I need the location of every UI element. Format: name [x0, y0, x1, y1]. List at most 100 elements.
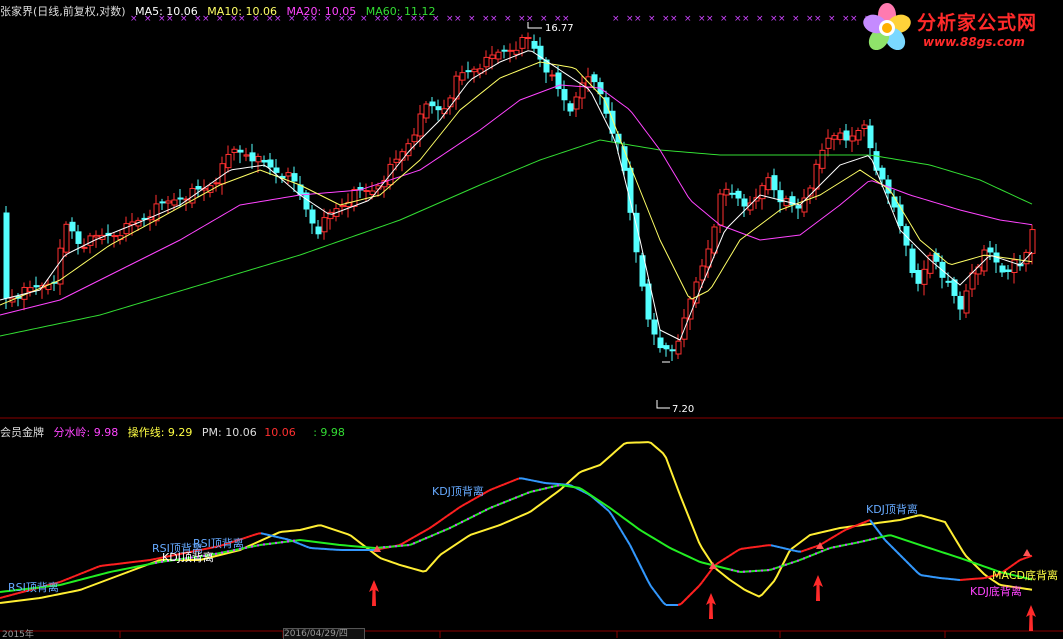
- dot-marker: [221, 551, 223, 553]
- candle-body: [394, 159, 399, 162]
- redblue-segment: [615, 520, 618, 525]
- dot-marker: [761, 569, 763, 571]
- redblue-segment: [438, 520, 441, 522]
- redblue-segment: [246, 537, 249, 538]
- dot-marker: [287, 540, 289, 542]
- candle-body: [730, 193, 735, 194]
- redblue-segment: [642, 569, 645, 575]
- rsi-top-signal-3: RSI顶背离: [193, 536, 244, 550]
- redblue-segment: [636, 557, 639, 563]
- rsi-top-signal-1: RSI顶背离: [8, 580, 59, 594]
- redblue-segment: [720, 560, 723, 562]
- redblue-segment: [627, 540, 630, 545]
- redblue-segment: [537, 481, 540, 482]
- redblue-segment: [909, 564, 912, 567]
- redblue-segment: [63, 580, 66, 581]
- kdj-bottom-signal: KDJ底背离: [970, 584, 1022, 598]
- ma20-line: [0, 85, 1032, 315]
- redblue-segment: [459, 506, 462, 508]
- candle-body: [868, 126, 873, 148]
- dot-marker: [755, 570, 757, 572]
- signal-x-marker: ×: [792, 14, 800, 24]
- dot-marker: [245, 547, 247, 549]
- redblue-segment: [426, 529, 429, 531]
- candle-body: [340, 206, 345, 207]
- redblue-segment: [1026, 557, 1029, 558]
- redblue-segment: [852, 526, 855, 527]
- redblue-segment: [282, 538, 285, 539]
- dot-marker: [257, 544, 259, 546]
- candle-body: [196, 187, 201, 190]
- dot-marker: [437, 532, 439, 534]
- redblue-segment: [879, 532, 882, 536]
- signal-x-marker: ×: [648, 14, 656, 24]
- redblue-segment: [303, 545, 306, 546]
- redblue-segment: [1014, 562, 1017, 564]
- low-price-label: 7.20: [672, 404, 694, 415]
- candle-body: [154, 204, 159, 221]
- dot-marker: [743, 571, 745, 573]
- redblue-segment: [252, 535, 255, 536]
- dot-marker: [419, 540, 421, 542]
- redblue-segment: [645, 575, 648, 581]
- redblue-segment: [783, 548, 786, 549]
- dot-marker: [527, 492, 529, 494]
- candle-body: [628, 168, 633, 212]
- redblue-segment: [153, 559, 156, 560]
- redblue-segment: [309, 548, 312, 549]
- redblue-segment: [486, 491, 489, 493]
- signal-x-marker: ×: [626, 14, 634, 24]
- dot-marker: [779, 565, 781, 567]
- signal-x-marker: ×: [670, 14, 678, 24]
- chart-canvas[interactable]: 2015年×××××××××××××××××××××××××××××××××××…: [0, 0, 1063, 638]
- pm-green-value: : 9.98: [313, 426, 345, 439]
- candle-body: [310, 210, 315, 223]
- candle-body: [82, 247, 87, 248]
- candle-body: [508, 50, 513, 51]
- redblue-segment: [285, 539, 288, 540]
- signal-x-marker: ×: [842, 14, 850, 24]
- pm-label: PM: 10.06: [202, 426, 257, 439]
- dot-marker: [293, 540, 295, 542]
- redblue-segment: [441, 518, 444, 520]
- signal-x-marker: ×: [698, 14, 706, 24]
- candle-body: [64, 224, 69, 252]
- indicator-name: 会员金牌: [0, 426, 44, 439]
- redblue-segment: [654, 590, 657, 594]
- candle-body: [514, 50, 519, 54]
- redblue-segment: [828, 538, 831, 540]
- logo-title: 分析家公式网: [917, 8, 1037, 35]
- redblue-segment: [447, 514, 450, 516]
- cross-marker-3: [1023, 549, 1031, 556]
- redblue-segment: [708, 570, 711, 574]
- candle-body: [856, 131, 861, 141]
- buy-arrow-2: [706, 593, 716, 619]
- redblue-segment: [531, 480, 534, 481]
- dot-marker: [845, 544, 847, 546]
- dot-marker: [413, 542, 415, 544]
- redblue-segment: [630, 545, 633, 551]
- signal-x-marker: ×: [482, 14, 490, 24]
- redblue-segment: [0, 597, 3, 598]
- signal-x-marker: ×: [446, 14, 454, 24]
- redblue-segment: [813, 546, 816, 547]
- candle-body: [322, 218, 327, 232]
- dot-marker: [731, 569, 733, 571]
- signal-x-marker: ×: [468, 14, 476, 24]
- candle-body: [646, 284, 651, 319]
- signal-x-marker: ×: [490, 14, 498, 24]
- redblue-segment: [81, 572, 84, 573]
- redblue-segment: [633, 551, 636, 557]
- kdj-top-signal-3: KDJ顶背离: [866, 502, 918, 516]
- redblue-segment: [456, 508, 459, 510]
- candle-body: [532, 41, 537, 48]
- redblue-segment: [471, 499, 474, 501]
- candle-body: [286, 173, 291, 176]
- ma10-label: MA10: 10.06: [207, 5, 277, 18]
- redblue-segment: [414, 535, 417, 537]
- signal-x-marker: ×: [778, 14, 786, 24]
- candle-body: [94, 235, 99, 236]
- candle-body: [736, 191, 741, 198]
- candle-body: [316, 227, 321, 234]
- candle-body: [112, 236, 117, 237]
